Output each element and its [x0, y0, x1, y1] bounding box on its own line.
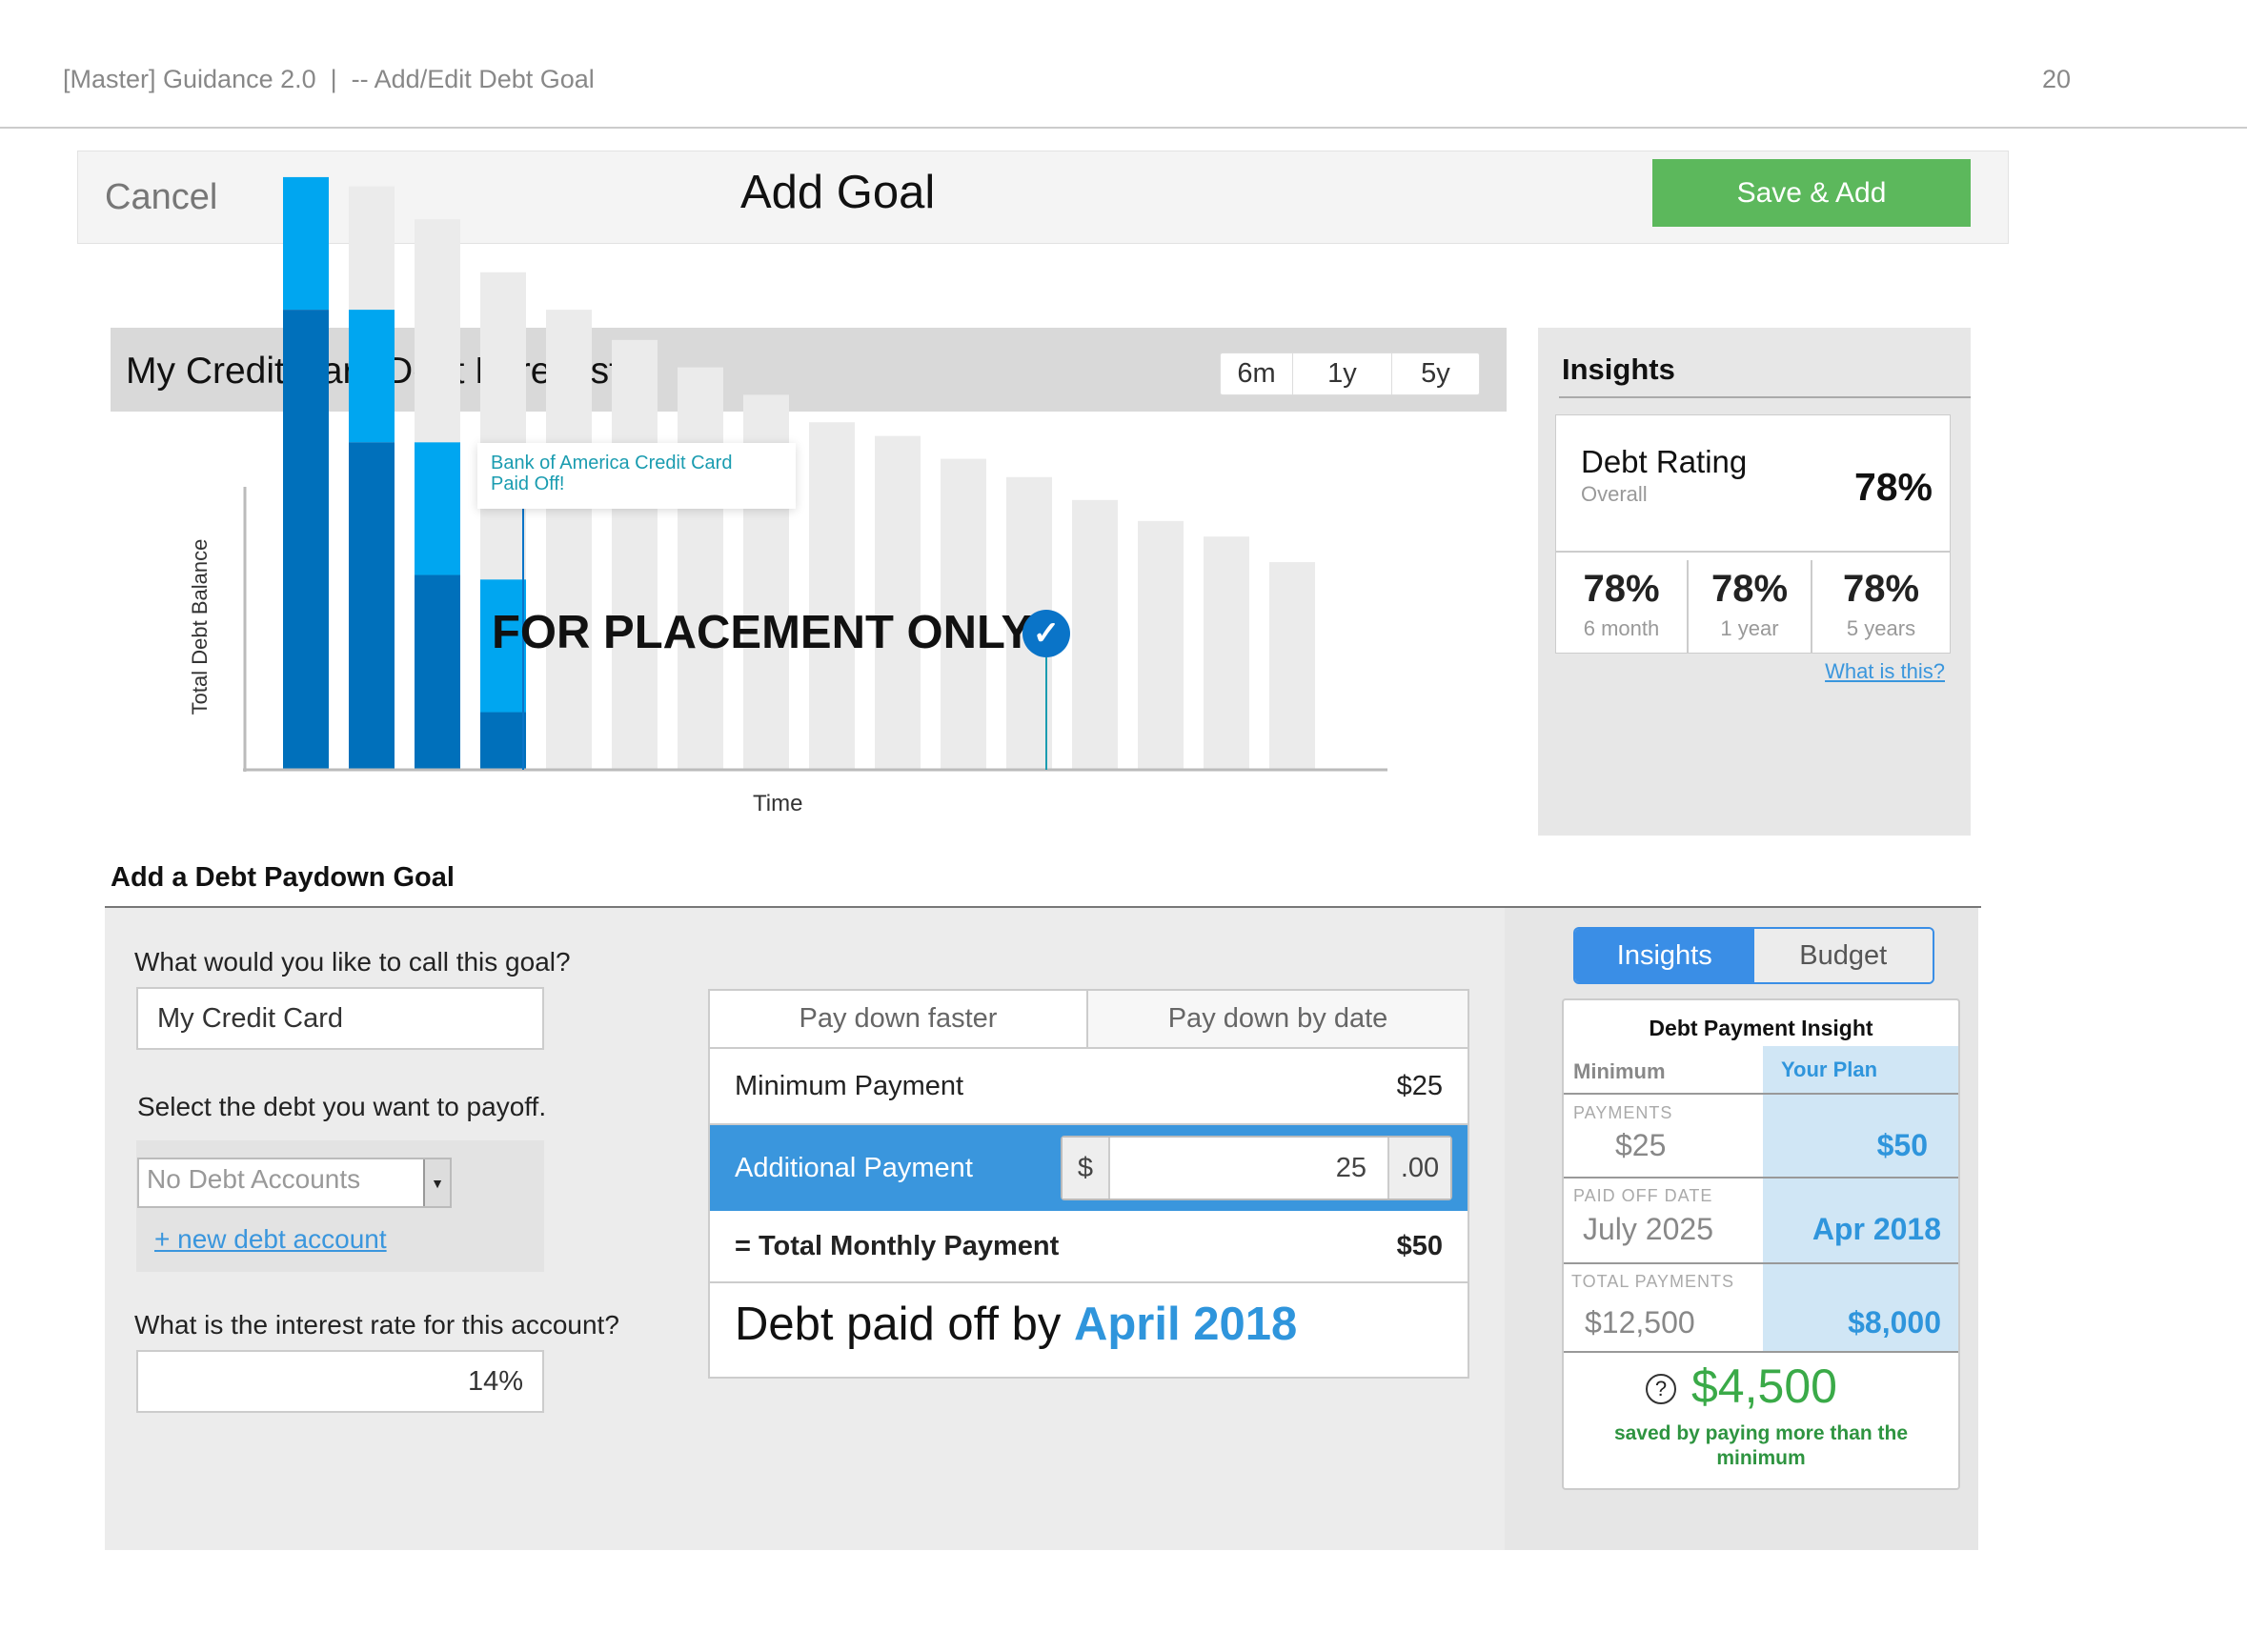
tab-pay-down-faster[interactable]: Pay down faster: [710, 991, 1088, 1049]
bar-forecast: [1269, 562, 1315, 770]
paid-off-plan: Apr 2018: [1812, 1212, 1941, 1246]
debt-rating-card: Debt Rating Overall 78% 78% 6 month 78% 1 …: [1555, 414, 1951, 654]
bar-segment-dark: [349, 442, 395, 770]
debt-forecast-chart: [243, 176, 1387, 772]
tooltip-line: Paid Off!: [491, 473, 565, 494]
bar-forecast: [546, 310, 592, 770]
payoff-tooltip: Bank of America Credit Card Paid Off!: [477, 443, 796, 509]
y-axis-label: Total Debt Balance: [188, 538, 212, 715]
minimum-payment-value: $25: [1396, 1070, 1443, 1101]
page-number: 20: [2042, 65, 2072, 93]
additional-payment-row: Additional Payment $ 25 .00: [710, 1125, 1468, 1211]
col-minimum: Minimum: [1573, 1059, 1666, 1083]
bar-forecast: [1072, 499, 1118, 770]
bar-segment-light: [349, 310, 395, 443]
rating-6-month: 78% 6 month: [1583, 568, 1660, 640]
additional-payment-input-group: $ 25 .00: [1061, 1136, 1452, 1200]
payments-caption: PAYMENTS: [1573, 1103, 1673, 1122]
total-payments-caption: TOTAL PAYMENTS: [1571, 1272, 1735, 1291]
insights-title: Insights: [1562, 353, 1675, 386]
paid-off-minimum: July 2025: [1583, 1212, 1713, 1246]
tab-pay-down-by-date[interactable]: Pay down by date: [1088, 991, 1468, 1049]
goal-name-label: What would you like to call this goal?: [134, 947, 571, 977]
debt-account-select[interactable]: No Debt Accounts ▼: [137, 1158, 452, 1208]
payoff-summary: Debt paid off by April 2018: [735, 1298, 1297, 1351]
toggle-budget[interactable]: Budget: [1753, 929, 1933, 982]
minimum-payment-label: Minimum Payment: [735, 1070, 964, 1101]
x-axis-label: Time: [753, 791, 803, 816]
additional-payment-input[interactable]: 25: [1110, 1138, 1387, 1199]
bar-segment-dark: [283, 310, 329, 770]
placement-watermark: FOR PLACEMENT ONLY: [492, 607, 1033, 658]
total-payments-minimum: $12,500: [1585, 1305, 1695, 1340]
select-value: No Debt Accounts: [147, 1164, 361, 1194]
what-is-this-link[interactable]: What is this?: [1825, 659, 1945, 684]
paid-off-caption: PAID OFF DATE: [1573, 1186, 1713, 1205]
insights-budget-toggle: Insights Budget: [1573, 927, 1934, 984]
payments-minimum: $25: [1615, 1128, 1667, 1162]
overall-value: 78%: [1853, 465, 1933, 509]
bar-segment-dark: [415, 574, 460, 770]
cents-addon: .00: [1387, 1138, 1450, 1199]
payments-plan: $50: [1876, 1128, 1928, 1162]
divider: [1559, 396, 1971, 398]
toggle-insights[interactable]: Insights: [1575, 929, 1754, 982]
tooltip-line: Bank of America Credit Card: [491, 453, 733, 473]
bar-forecast: [809, 422, 855, 770]
bar-forecast: [1138, 520, 1184, 770]
payoff-date: April 2018: [1073, 1299, 1298, 1350]
bar-forecast: [875, 435, 921, 770]
goal-name-input[interactable]: My Credit Card: [136, 987, 544, 1050]
total-payments-plan: $8,000: [1848, 1305, 1941, 1340]
bar-forecast: [612, 339, 658, 770]
section-title: Add a Debt Paydown Goal: [111, 862, 455, 893]
new-debt-account-link[interactable]: + new debt account: [154, 1224, 387, 1255]
bar-segment-light: [415, 442, 460, 575]
savings-text: saved by paying more than the minimum: [1613, 1422, 1909, 1469]
bar-segment-light: [283, 176, 329, 311]
check-circle-icon: ✓: [1022, 610, 1070, 657]
card-title: Debt Payment Insight: [1649, 1016, 1873, 1040]
payoff-prefix: Debt paid off by: [735, 1299, 1062, 1350]
overall-label: Overall: [1581, 482, 1648, 506]
bar-segment-dark: [480, 712, 526, 770]
rating-5-years: 78% 5 years: [1842, 568, 1920, 640]
col-your-plan: Your Plan: [1781, 1058, 1878, 1081]
total-payment-value: $50: [1396, 1230, 1443, 1261]
interest-rate-input[interactable]: 14%: [136, 1350, 544, 1413]
help-icon[interactable]: ?: [1646, 1374, 1676, 1404]
dropdown-arrow-icon[interactable]: ▼: [423, 1159, 450, 1206]
save-add-button[interactable]: Save & Add: [1652, 159, 1971, 227]
total-payment-label: = Total Monthly Payment: [735, 1230, 1060, 1261]
debt-select-label: Select the debt you want to payoff.: [137, 1092, 547, 1121]
interest-label: What is the interest rate for this accou…: [134, 1310, 619, 1340]
payment-plan-card: Pay down faster Pay down by date Minimum…: [708, 989, 1469, 1379]
additional-payment-label: Additional Payment: [735, 1152, 973, 1183]
rating-1-year: 78% 1 year: [1711, 568, 1789, 640]
debt-payment-insight-card: Debt Payment Insight Minimum Your Plan P…: [1562, 998, 1960, 1490]
debt-rating-label: Debt Rating: [1581, 444, 1748, 479]
bar-forecast: [678, 367, 723, 770]
bar-forecast: [1204, 536, 1249, 770]
savings-amount: $4,500: [1691, 1360, 1837, 1413]
currency-addon: $: [1063, 1138, 1110, 1199]
